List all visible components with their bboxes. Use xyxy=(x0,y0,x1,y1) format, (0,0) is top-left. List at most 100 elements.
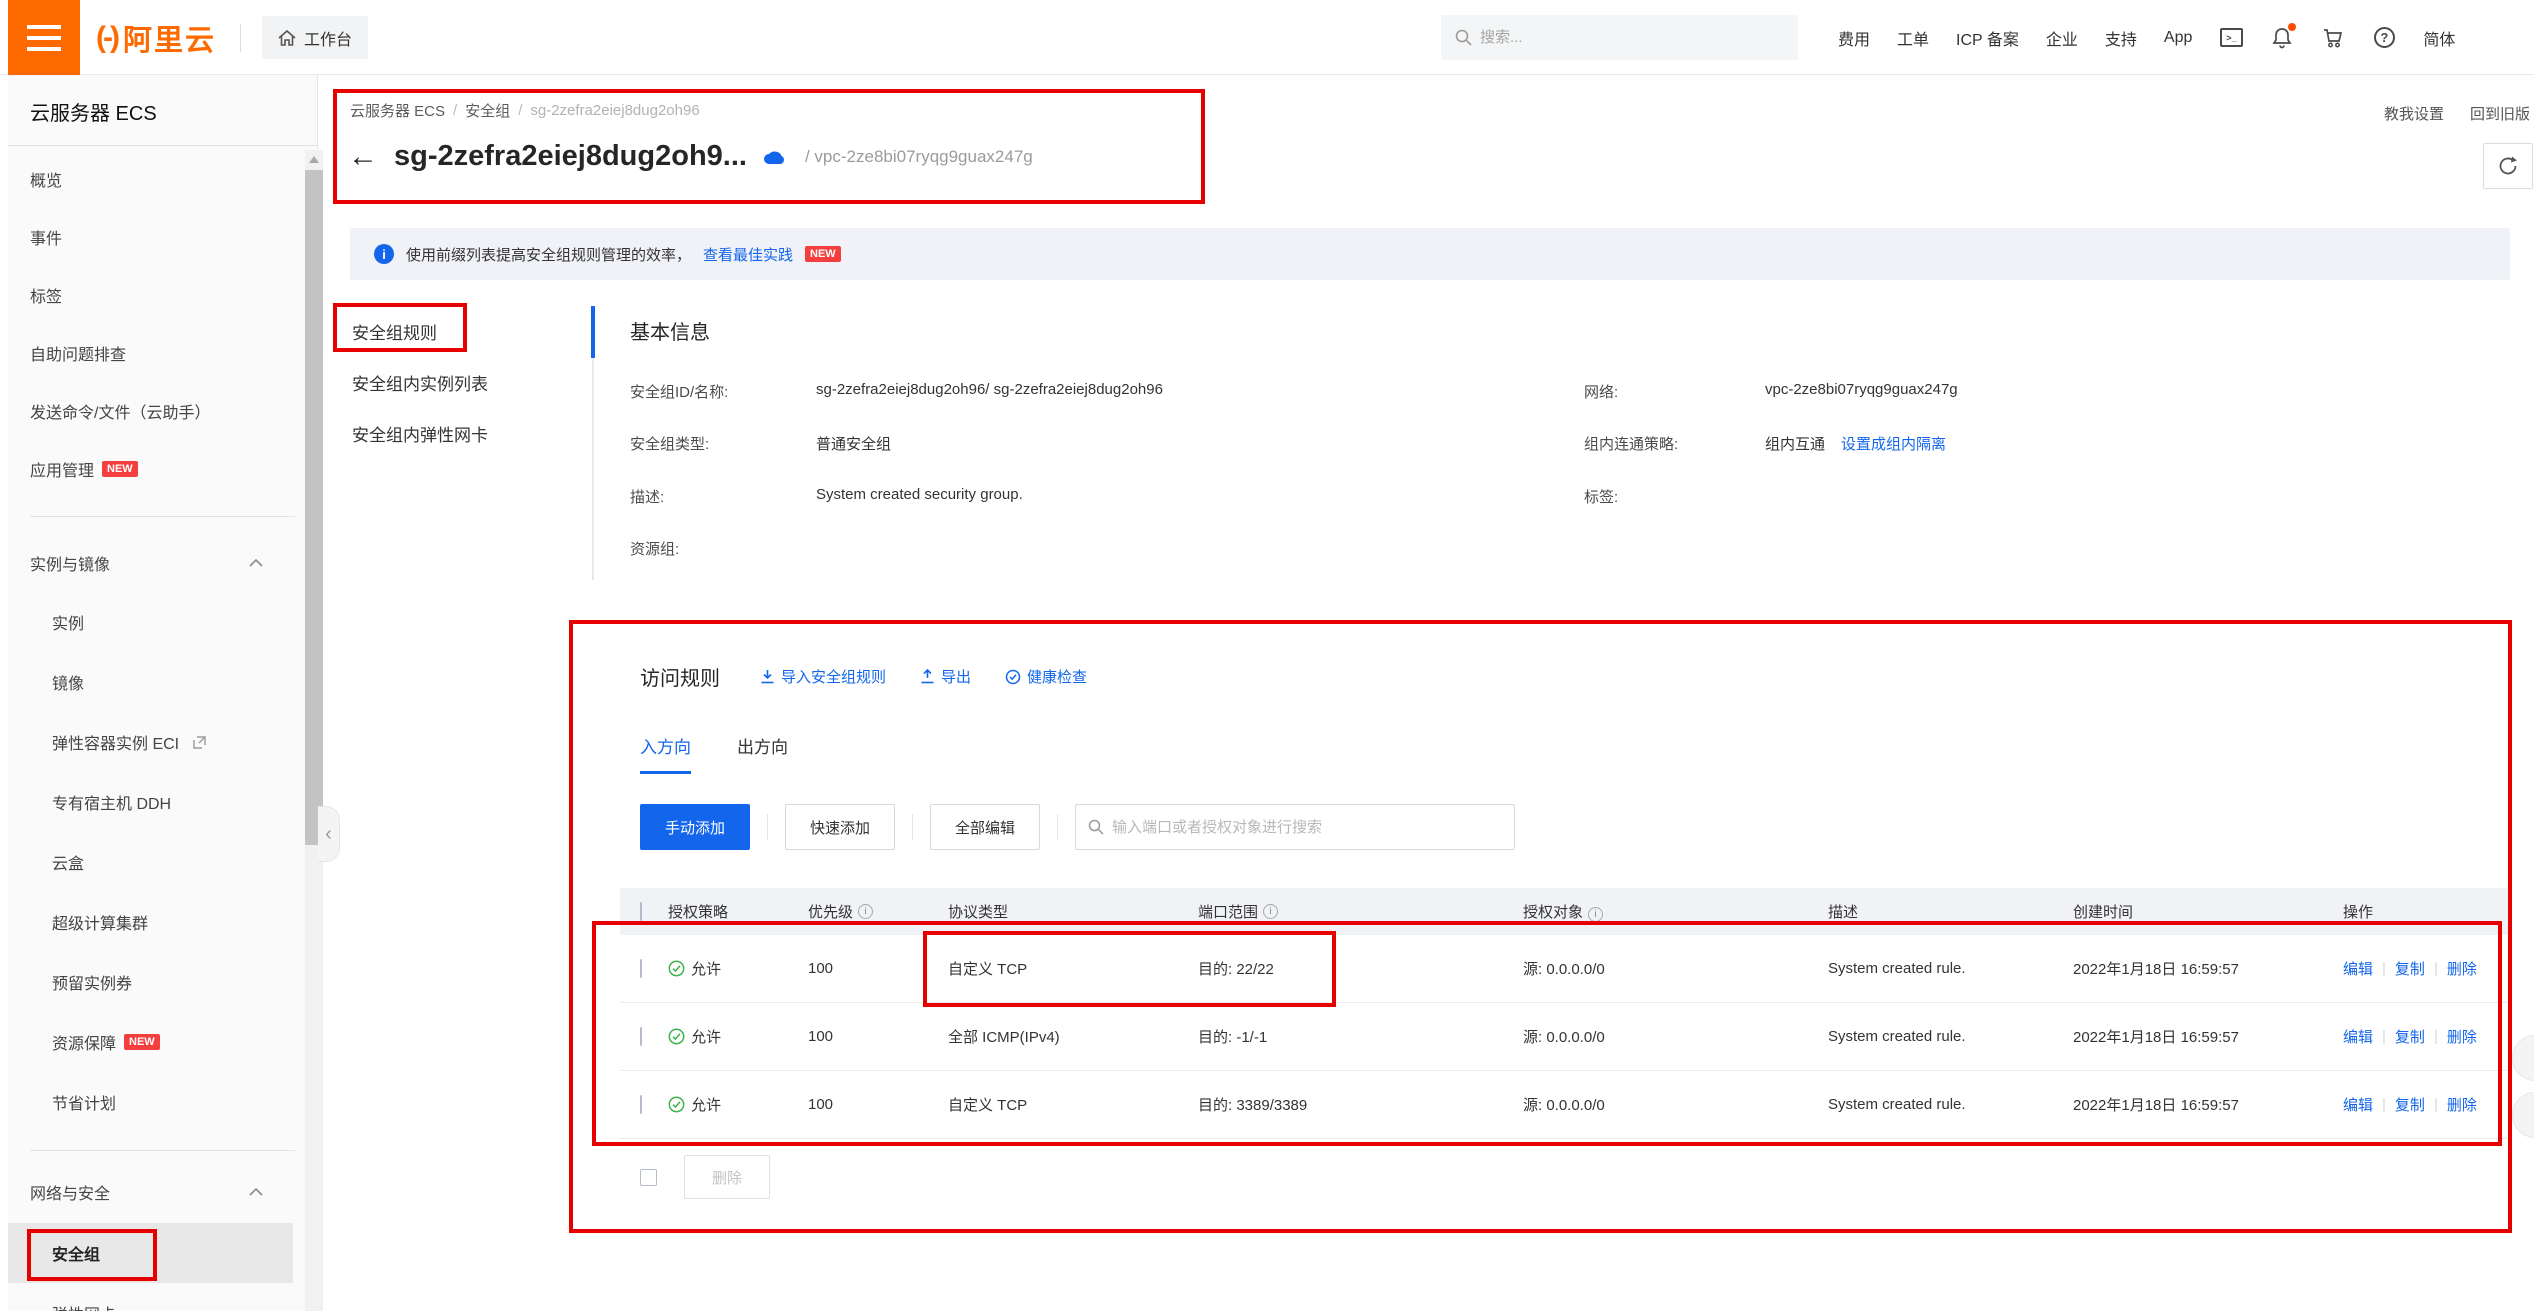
sidebar-title: 云服务器 ECS xyxy=(30,97,157,126)
export-rules-link[interactable]: 导出 xyxy=(920,666,971,687)
breadcrumb-security-groups[interactable]: 安全组 xyxy=(465,100,510,121)
delete-link[interactable]: 删除 xyxy=(2447,958,2477,979)
tags-label: 标签: xyxy=(1584,486,1765,507)
table-header-row: 授权策略 优先级i 协议类型 端口范围i 授权对象i 描述 创建时间 操作 xyxy=(620,888,2510,935)
top-menu-tickets[interactable]: 工单 xyxy=(1897,26,1929,50)
basic-info-row: 安全组ID/名称: sg-2zefra2eiej8dug2oh96/ sg-2z… xyxy=(630,381,1163,402)
sidebar-item-events[interactable]: 事件 xyxy=(8,208,293,266)
batch-delete-button[interactable]: 删除 xyxy=(684,1155,770,1199)
top-menu-enterprise[interactable]: 企业 xyxy=(2046,26,2078,50)
teach-me-setup-link[interactable]: 教我设置 xyxy=(2384,103,2444,124)
col-port-range: 端口范围i xyxy=(1190,901,1515,922)
tab-inbound[interactable]: 入方向 xyxy=(640,733,691,774)
port-range-value: 目的: -1/-1 xyxy=(1190,1026,1515,1047)
rules-search-input[interactable] xyxy=(1112,819,1492,836)
workbench-button[interactable]: 工作台 xyxy=(262,16,368,59)
best-practices-link[interactable]: 查看最佳实践 xyxy=(703,244,793,265)
clone-link[interactable]: 复制 xyxy=(2395,1094,2425,1115)
sidebar-item-eci[interactable]: 弹性容器实例 ECI xyxy=(8,712,293,772)
refresh-button[interactable] xyxy=(2483,143,2533,189)
resource-group-label: 资源组: xyxy=(630,538,816,559)
sidebar-item-cloud-assistant[interactable]: 发送命令/文件（云助手） xyxy=(8,382,293,440)
floating-widget[interactable] xyxy=(2512,1035,2534,1081)
top-menu-app[interactable]: App xyxy=(2164,29,2192,47)
policy-value: 允许 xyxy=(691,1094,721,1115)
subnav-divider-accent xyxy=(591,306,595,358)
rules-table: 授权策略 优先级i 协议类型 端口范围i 授权对象i 描述 创建时间 操作 允许… xyxy=(620,888,2510,1139)
breadcrumb-ecs[interactable]: 云服务器 ECS xyxy=(350,100,445,121)
sidebar-item-images[interactable]: 镜像 xyxy=(8,652,293,712)
intra-group-policy-value: 组内互通 xyxy=(1765,433,1825,454)
hamburger-menu-button[interactable] xyxy=(8,0,80,75)
sidebar-item-cloudbox[interactable]: 云盒 xyxy=(8,832,293,892)
sidebar-scrollbar-thumb[interactable] xyxy=(305,170,323,845)
sidebar-item-reserved-instances[interactable]: 预留实例券 xyxy=(8,952,293,1012)
top-menu-billing[interactable]: 费用 xyxy=(1838,26,1870,50)
edit-link[interactable]: 编辑 xyxy=(2343,958,2373,979)
cloudshell-icon[interactable]: >_ xyxy=(2219,26,2243,50)
sidebar-collapse-handle[interactable]: ‹ xyxy=(318,806,340,862)
language-switch[interactable]: 简体 xyxy=(2423,26,2455,50)
row-checkbox[interactable] xyxy=(640,959,642,978)
access-rules-title: 访问规则 xyxy=(640,662,720,691)
rules-search-box[interactable] xyxy=(1075,804,1515,850)
help-icon[interactable]: ? xyxy=(2372,26,2396,50)
notification-bell-icon[interactable] xyxy=(2270,26,2294,50)
sidebar-item-savings-plan[interactable]: 节省计划 xyxy=(8,1072,293,1132)
sidebar-item-security-groups[interactable]: 安全组 xyxy=(8,1223,293,1283)
floating-widget[interactable] xyxy=(2512,1092,2534,1138)
row-checkbox[interactable] xyxy=(640,1027,642,1046)
quick-add-button[interactable]: 快速添加 xyxy=(785,804,895,850)
info-icon[interactable]: i xyxy=(858,904,873,919)
edit-link[interactable]: 编辑 xyxy=(2343,1094,2373,1115)
subnav-enis-in-group[interactable]: 安全组内弹性网卡 xyxy=(352,408,572,459)
sidebar-divider xyxy=(30,1150,295,1151)
clone-link[interactable]: 复制 xyxy=(2395,1026,2425,1047)
global-search-box[interactable] xyxy=(1441,15,1798,60)
back-to-old-version-link[interactable]: 回到旧版 xyxy=(2470,103,2530,124)
top-menu-icp[interactable]: ICP 备案 xyxy=(1956,26,2019,50)
new-badge: NEW xyxy=(805,246,841,262)
manual-add-button[interactable]: 手动添加 xyxy=(640,804,750,850)
vpc-id-suffix: / vpc-2ze8bi07ryqg9guax247g xyxy=(805,147,1033,167)
cart-icon[interactable] xyxy=(2321,26,2345,50)
global-search-input[interactable] xyxy=(1480,29,1770,46)
scrollbar-up-arrow-icon[interactable] xyxy=(309,156,319,163)
breadcrumb: 云服务器 ECS / 安全组 / sg-2zefra2eiej8dug2oh96 xyxy=(350,100,700,121)
subnav-security-group-rules[interactable]: 安全组规则 xyxy=(352,306,572,357)
info-icon[interactable]: i xyxy=(1263,904,1278,919)
sidebar-item-resource-guarantee[interactable]: 资源保障 NEW xyxy=(8,1012,293,1072)
select-all-checkbox[interactable] xyxy=(640,902,642,921)
delete-link[interactable]: 删除 xyxy=(2447,1094,2477,1115)
workbench-label: 工作台 xyxy=(304,26,352,50)
sidebar-item-app-management[interactable]: 应用管理 NEW xyxy=(8,440,293,498)
notification-dot xyxy=(2288,23,2296,31)
top-menu-support[interactable]: 支持 xyxy=(2105,26,2137,50)
cloud-edit-icon[interactable] xyxy=(763,149,785,165)
clone-link[interactable]: 复制 xyxy=(2395,958,2425,979)
back-arrow-icon[interactable]: ← xyxy=(348,142,378,172)
aliyun-logo[interactable]: (-) 阿里云 xyxy=(96,0,216,75)
sidebar-item-instances[interactable]: 实例 xyxy=(8,592,293,652)
sidebar-item-enis[interactable]: 弹性网卡 xyxy=(8,1283,293,1311)
sidebar-item-overview[interactable]: 概览 xyxy=(8,150,293,208)
sidebar-group-instances-images[interactable]: 实例与镜像 xyxy=(8,534,293,592)
set-isolation-link[interactable]: 设置成组内隔离 xyxy=(1841,433,1946,454)
import-rules-link[interactable]: 导入安全组规则 xyxy=(760,666,886,687)
delete-link[interactable]: 删除 xyxy=(2447,1026,2477,1047)
sidebar-item-supercomputing[interactable]: 超级计算集群 xyxy=(8,892,293,952)
subnav-instances-in-group[interactable]: 安全组内实例列表 xyxy=(352,357,572,408)
row-checkbox[interactable] xyxy=(640,1095,642,1114)
sidebar-item-troubleshooting[interactable]: 自助问题排查 xyxy=(8,324,293,382)
sidebar-item-ddh[interactable]: 专有宿主机 DDH xyxy=(8,772,293,832)
info-icon[interactable]: i xyxy=(1588,907,1603,922)
health-check-link[interactable]: 健康检查 xyxy=(1005,666,1087,687)
footer-select-checkbox[interactable] xyxy=(640,1169,657,1186)
tab-outbound[interactable]: 出方向 xyxy=(737,733,788,774)
edit-link[interactable]: 编辑 xyxy=(2343,1026,2373,1047)
sidebar-group-network-security[interactable]: 网络与安全 xyxy=(8,1163,293,1221)
sidebar-item-tags[interactable]: 标签 xyxy=(8,266,293,324)
edit-all-button[interactable]: 全部编辑 xyxy=(930,804,1040,850)
sidebar-menu: 概览 事件 标签 自助问题排查 发送命令/文件（云助手） 应用管理 NEW xyxy=(8,150,293,498)
sidebar-scrollbar[interactable] xyxy=(305,150,323,1311)
